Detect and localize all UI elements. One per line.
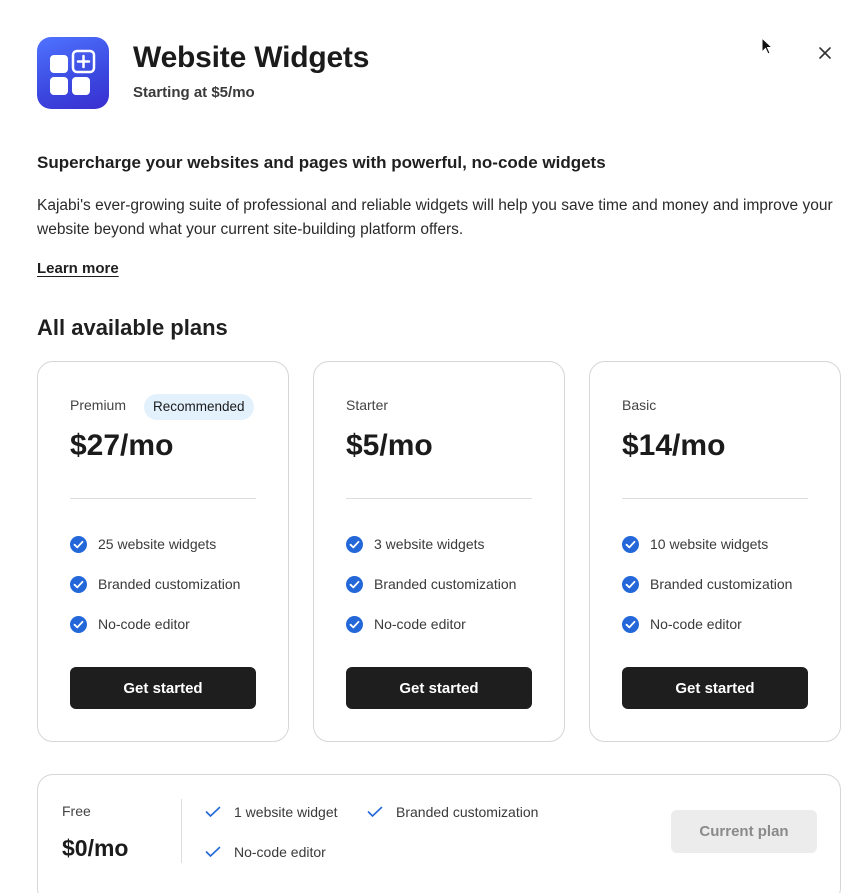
- check-circle-icon: [346, 615, 363, 633]
- feature-label: Branded customization: [374, 576, 517, 592]
- plan-name: Basic: [622, 397, 657, 413]
- feature-label: Branded customization: [650, 576, 793, 592]
- mouse-cursor-icon: [761, 36, 775, 57]
- plan-feature: 10 website widgets: [622, 535, 768, 553]
- recommended-badge: Recommended: [144, 394, 254, 420]
- check-circle-icon: [622, 575, 639, 593]
- feature-label: No-code editor: [98, 616, 190, 632]
- divider: [622, 498, 808, 499]
- check-circle-icon: [622, 615, 639, 633]
- plan-feature: Branded customization: [346, 575, 516, 593]
- feature-label: 10 website widgets: [650, 536, 769, 552]
- get-started-premium-button[interactable]: Get started: [70, 667, 256, 709]
- current-plan-button: Current plan: [671, 810, 817, 853]
- plan-card-basic: Basic $14/mo 10 website widgets Branded …: [589, 361, 841, 742]
- plan-name: Free: [62, 803, 91, 819]
- plan-name: Starter: [346, 397, 389, 413]
- plan-feature: No-code editor: [346, 615, 466, 633]
- feature-label: Branded customization: [396, 804, 539, 820]
- plan-feature: 25 website widgets: [70, 535, 216, 553]
- plan-feature: No-code editor: [622, 615, 742, 633]
- close-icon: [819, 47, 831, 59]
- plan-price: $5/mo: [346, 429, 433, 462]
- divider: [181, 799, 182, 863]
- check-icon: [367, 806, 383, 817]
- check-circle-icon: [70, 535, 87, 553]
- divider: [70, 498, 256, 499]
- plan-feature: No-code editor: [205, 843, 326, 861]
- starting-price: Starting at $5/mo: [133, 84, 255, 101]
- feature-label: Branded customization: [98, 576, 241, 592]
- feature-label: No-code editor: [234, 844, 326, 860]
- plan-feature: 1 website widget: [205, 803, 338, 821]
- check-circle-icon: [346, 535, 363, 553]
- headline: Supercharge your websites and pages with…: [37, 153, 606, 172]
- plan-feature: Branded customization: [70, 575, 240, 593]
- check-circle-icon: [70, 615, 87, 633]
- feature-label: 3 website widgets: [374, 536, 485, 552]
- check-icon: [205, 806, 221, 817]
- plan-price: $0/mo: [62, 835, 129, 861]
- check-circle-icon: [70, 575, 87, 593]
- check-circle-icon: [622, 535, 639, 553]
- divider: [346, 498, 532, 499]
- plan-card-free: Free $0/mo 1 website widget Branded cust…: [37, 774, 841, 893]
- check-icon: [205, 846, 221, 857]
- description: Kajabi's ever-growing suite of professio…: [37, 197, 833, 238]
- learn-more-link[interactable]: Learn more: [37, 260, 119, 277]
- plans-heading: All available plans: [37, 315, 228, 340]
- feature-label: No-code editor: [374, 616, 466, 632]
- plan-card-premium: Premium Recommended $27/mo 25 website wi…: [37, 361, 289, 742]
- plan-feature: Branded customization: [622, 575, 792, 593]
- plan-card-starter: Starter $5/mo 3 website widgets Branded …: [313, 361, 565, 742]
- plan-price: $27/mo: [70, 429, 174, 462]
- plan-feature: No-code editor: [70, 615, 190, 633]
- widgets-app-icon: [37, 37, 109, 109]
- plan-feature: Branded customization: [367, 803, 538, 821]
- plan-price: $14/mo: [622, 429, 726, 462]
- plan-feature: 3 website widgets: [346, 535, 485, 553]
- feature-label: No-code editor: [650, 616, 742, 632]
- page-title: Website Widgets: [133, 41, 370, 74]
- get-started-starter-button[interactable]: Get started: [346, 667, 532, 709]
- plan-name: Premium: [70, 397, 127, 413]
- feature-label: 25 website widgets: [98, 536, 217, 552]
- get-started-basic-button[interactable]: Get started: [622, 667, 808, 709]
- close-button[interactable]: [812, 40, 838, 66]
- check-circle-icon: [346, 575, 363, 593]
- feature-label: 1 website widget: [234, 804, 338, 820]
